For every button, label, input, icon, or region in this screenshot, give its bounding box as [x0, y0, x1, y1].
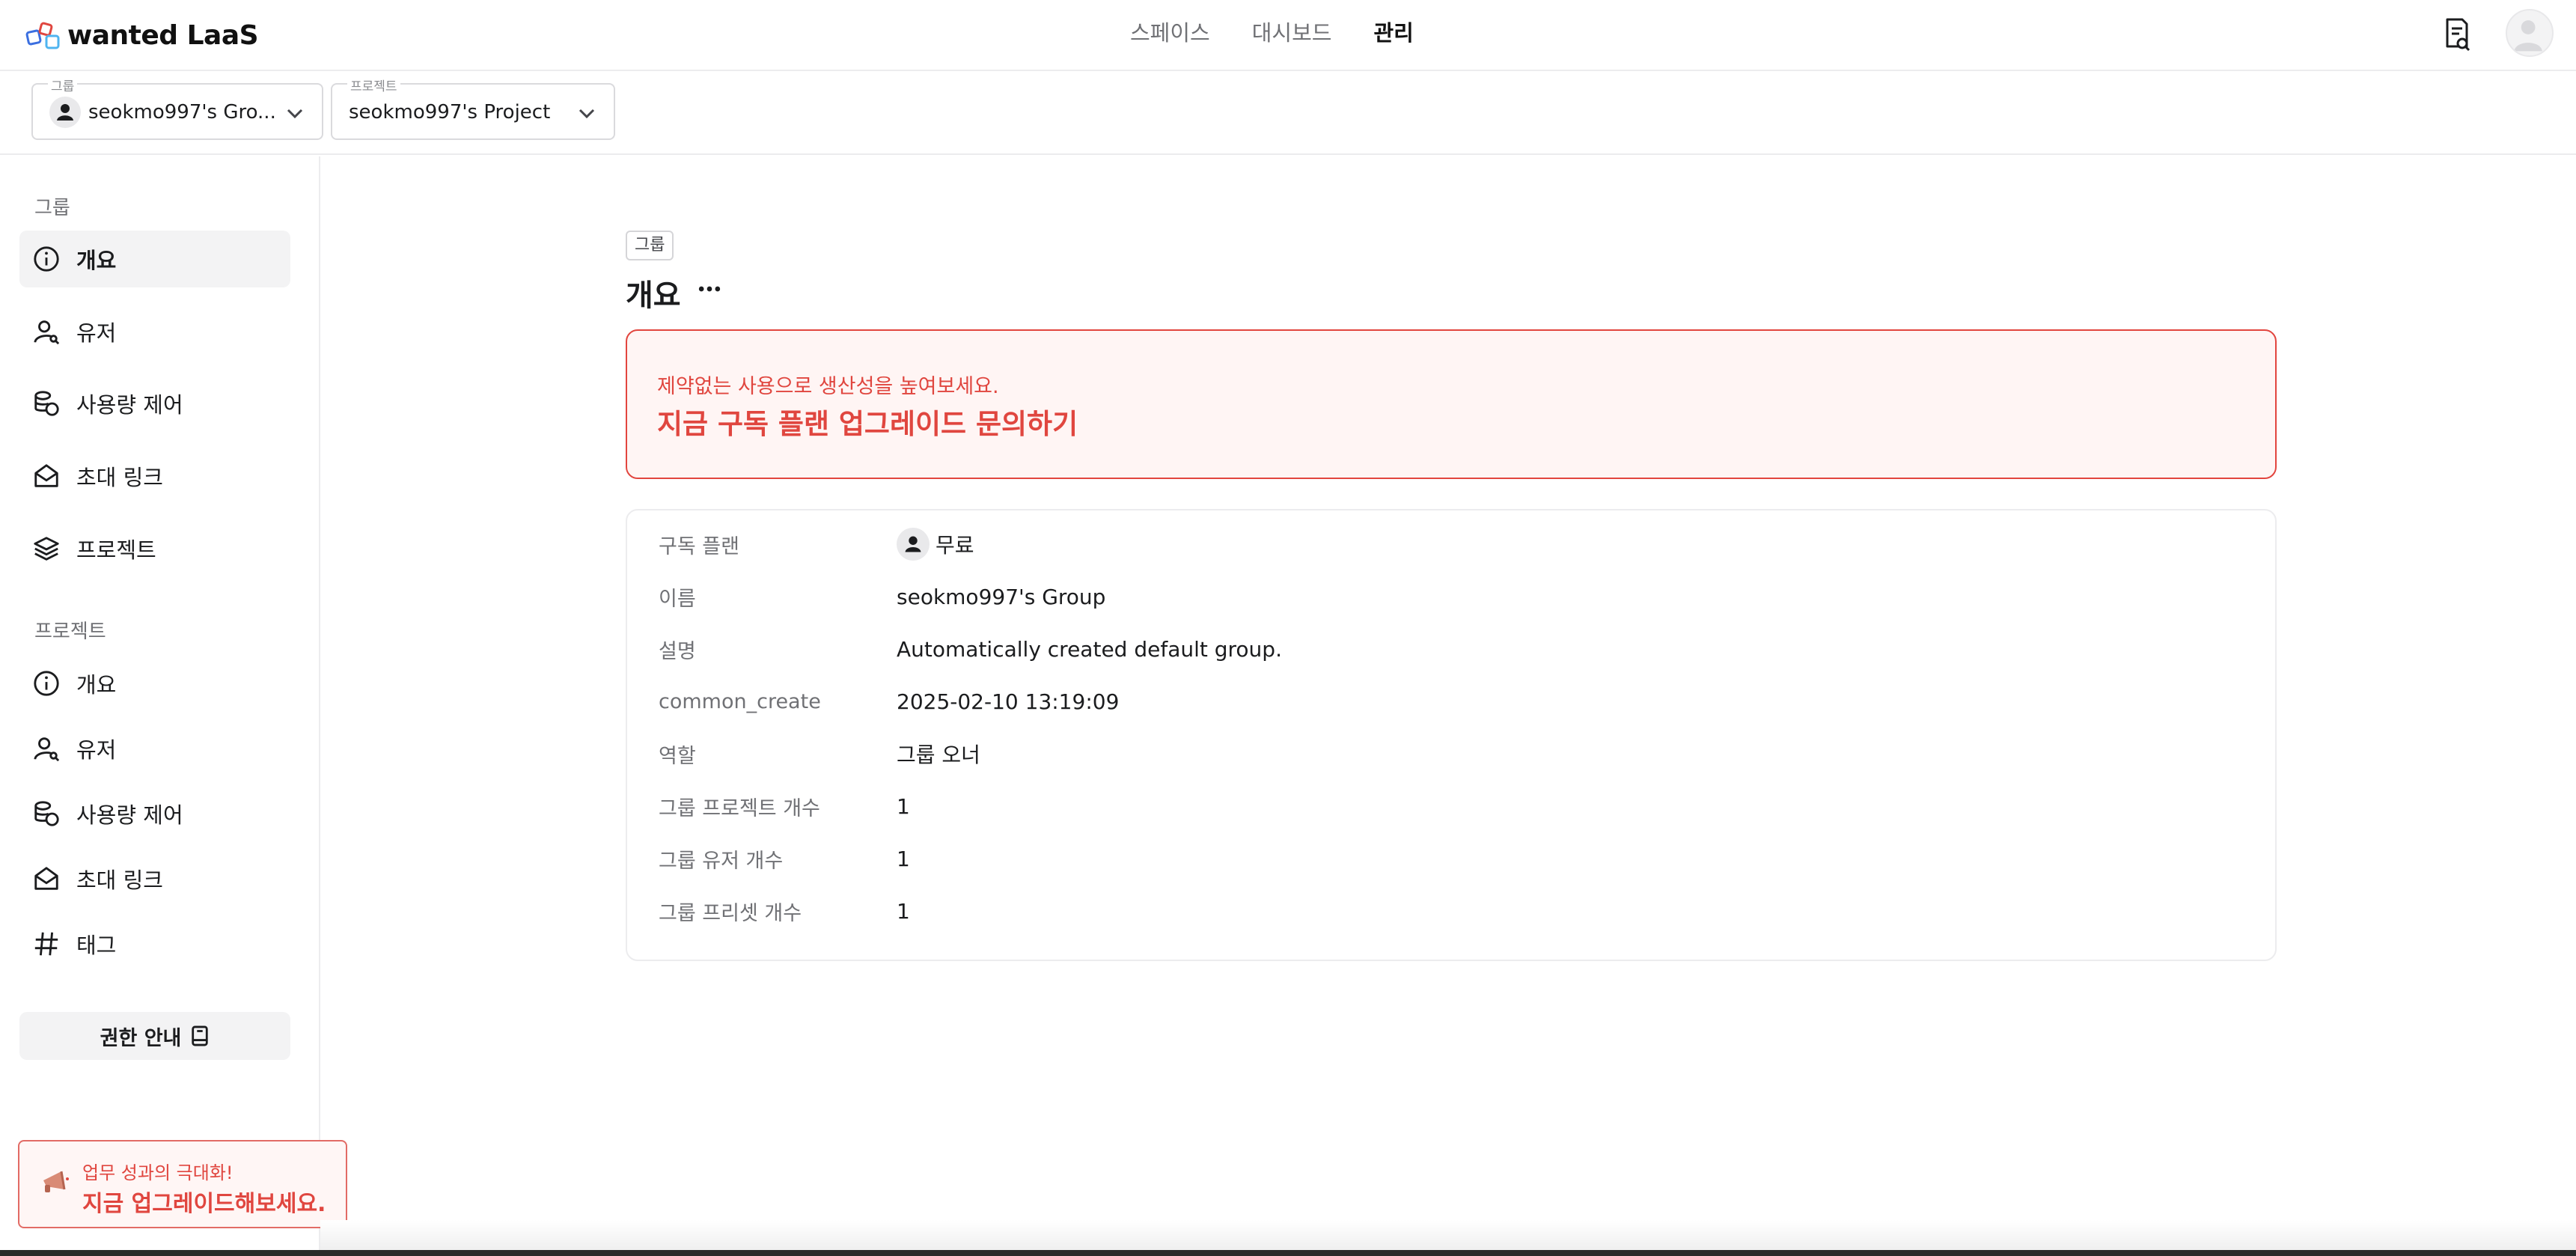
megaphone-icon [43, 1171, 69, 1192]
sidebar-item-group-invite-link[interactable]: 초대 링크 [19, 448, 290, 504]
app-logo[interactable]: wanted LaaS [25, 18, 259, 52]
detail-value: 2025-02-10 13:19:09 [897, 689, 1120, 714]
group-person-icon [49, 97, 81, 128]
page-title: 개요 [626, 278, 681, 313]
detail-row-user-count: 그룹 유저 개수 1 [659, 840, 910, 877]
promo-subtitle: 업무 성과의 극대화! [82, 1162, 234, 1183]
sidebar-item-label: 초대 링크 [76, 465, 163, 490]
sidebar-item-label: 개요 [76, 672, 117, 698]
group-selector-legend: 그룹 [48, 76, 78, 94]
detail-row-preset-count: 그룹 프리셋 개수 1 [659, 892, 910, 930]
sidebar-item-group-overview[interactable]: 개요 [19, 231, 290, 287]
detail-value: 1 [897, 793, 910, 819]
sidebar-item-label: 유저 [76, 320, 117, 346]
logo-text: wanted LaaS [67, 19, 259, 51]
promo-title: 지금 업그레이드해보세요. [82, 1191, 326, 1217]
permission-guide-button[interactable]: 권한 안내 [19, 1012, 290, 1060]
nav-link-dashboard[interactable]: 대시보드 [1252, 18, 1332, 48]
upgrade-banner[interactable]: 제약없는 사용으로 생산성을 높여보세요. 지금 구독 플랜 업그레이드 문의하… [626, 329, 2277, 479]
detail-row-plan: 구독 플랜 무료 [659, 525, 974, 563]
layers-icon [31, 534, 61, 564]
sidebar-item-project-usage-control[interactable]: 사용량 제어 [19, 785, 290, 842]
sidebar-item-label: 사용량 제어 [76, 802, 183, 828]
sidebar-section-project: 프로젝트 [34, 621, 106, 643]
upgrade-promo-card[interactable]: 업무 성과의 극대화! 지금 업그레이드해보세요. [18, 1140, 347, 1228]
sidebar-item-label: 개요 [76, 248, 117, 273]
project-selector-value: seokmo997's Project [349, 101, 551, 124]
user-avatar[interactable] [2506, 9, 2554, 57]
nav-link-space[interactable]: 스페이스 [1130, 18, 1210, 48]
avatar-person-icon [2514, 20, 2542, 52]
detail-key: 역할 [659, 744, 696, 768]
sidebar-item-project-overview[interactable]: 개요 [19, 655, 290, 712]
detail-key: common_create [659, 689, 821, 713]
detail-value: 1 [897, 846, 910, 871]
user-icon [31, 317, 61, 347]
detail-key: 그룹 유저 개수 [659, 849, 784, 873]
sidebar-item-group-usage-control[interactable]: 사용량 제어 [19, 375, 290, 432]
chevron-down-icon [579, 109, 595, 119]
project-selector[interactable]: 프로젝트 seokmo997's Project [331, 76, 615, 140]
detail-value: Automatically created default group. [897, 636, 1282, 662]
person-icon [897, 528, 930, 561]
sidebar-item-label: 태그 [76, 933, 117, 958]
detail-value: seokmo997's Group [897, 584, 1106, 609]
sidebar-item-label: 프로젝트 [76, 537, 156, 563]
hash-icon [31, 929, 61, 959]
detail-value: 1 [897, 898, 910, 924]
detail-key: 설명 [659, 639, 696, 663]
detail-key: 구독 플랜 [659, 534, 739, 558]
upgrade-banner-title[interactable]: 지금 구독 플랜 업그레이드 문의하기 [657, 401, 1078, 442]
detail-value: 무료 [897, 528, 974, 561]
coins-icon [31, 388, 61, 418]
user-icon [31, 734, 61, 763]
more-options-button[interactable] [696, 275, 723, 302]
detail-row-description: 설명 Automatically created default group. [659, 630, 1282, 668]
detail-key: 그룹 프리셋 개수 [659, 901, 802, 925]
coins-icon [31, 799, 61, 829]
window-bottom-edge [0, 1250, 2576, 1256]
project-selector-legend: 프로젝트 [347, 76, 400, 94]
group-details-card: 구독 플랜 무료 이름 seokmo997's Group 설명 Automat… [626, 509, 2277, 961]
chevron-down-icon [287, 109, 303, 119]
section-badge: 그룹 [626, 231, 674, 260]
permission-guide-label: 권한 안내 [100, 1026, 182, 1050]
detail-row-role: 역할 그룹 오너 [659, 735, 980, 772]
detail-key: 이름 [659, 587, 696, 611]
sidebar-item-label: 초대 링크 [76, 868, 163, 893]
sidebar-item-group-users[interactable]: 유저 [19, 303, 290, 360]
detail-row-created: common_create 2025-02-10 13:19:09 [659, 683, 1119, 720]
info-icon [31, 244, 61, 274]
main-nav: 스페이스 대시보드 관리 [1130, 18, 1456, 48]
book-icon [192, 1025, 209, 1046]
detail-key: 그룹 프로젝트 개수 [659, 796, 820, 820]
detail-row-project-count: 그룹 프로젝트 개수 1 [659, 787, 910, 825]
sidebar-item-label: 사용량 제어 [76, 392, 183, 418]
group-selector[interactable]: 그룹 seokmo997's Gro... [31, 76, 323, 140]
sidebar-item-project-users[interactable]: 유저 [19, 720, 290, 777]
mail-open-icon [31, 461, 61, 491]
sidebar-item-group-projects[interactable]: 프로젝트 [19, 520, 290, 577]
detail-row-name: 이름 seokmo997's Group [659, 578, 1105, 615]
detail-value: 그룹 오너 [897, 743, 980, 767]
mail-open-icon [31, 864, 61, 894]
nav-link-manage[interactable]: 관리 [1373, 18, 1413, 48]
info-icon [31, 668, 61, 698]
sidebar-section-group: 그룹 [34, 197, 70, 219]
upgrade-banner-subtitle: 제약없는 사용으로 생산성을 높여보세요. [657, 375, 999, 398]
plan-value-text: 무료 [936, 533, 974, 558]
document-search-icon[interactable] [2441, 16, 2471, 52]
sidebar-item-project-tags[interactable]: 태그 [19, 915, 290, 972]
sidebar: 그룹 개요 유저 사용량 제어 초대 링크 프로젝트 프로젝트 개요 유저 사용… [0, 156, 347, 1256]
group-selector-value: seokmo997's Gro... [88, 101, 276, 124]
sidebar-item-label: 유저 [76, 737, 117, 763]
logo-icon [25, 22, 60, 49]
top-nav: wanted LaaS 스페이스 대시보드 관리 [0, 0, 2576, 71]
sidebar-item-project-invite-link[interactable]: 초대 링크 [19, 850, 290, 907]
context-selector-bar: 그룹 seokmo997's Gro... 프로젝트 seokmo997's P… [0, 73, 2576, 155]
ellipsis-icon [698, 286, 721, 292]
